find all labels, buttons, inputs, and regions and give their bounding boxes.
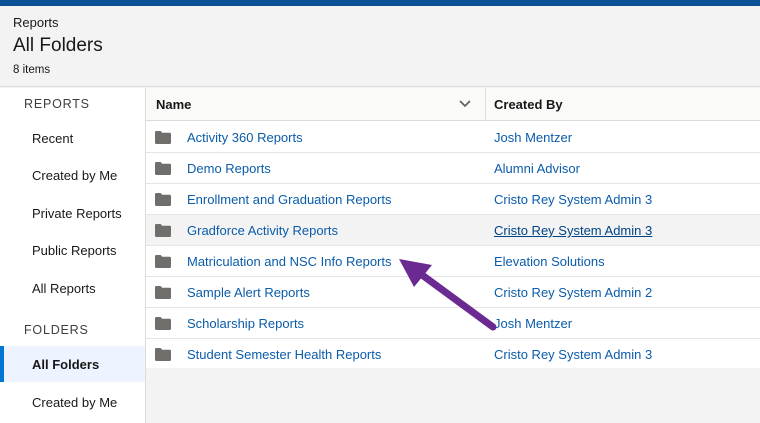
- folders-table: Name Created By Activity 360 Reports Jos…: [146, 88, 760, 370]
- folder-name-link[interactable]: Demo Reports: [187, 153, 271, 184]
- folder-icon: [155, 348, 171, 361]
- created-by-link[interactable]: Cristo Rey System Admin 3: [494, 339, 652, 370]
- folder-icon: [155, 255, 171, 268]
- sidebar: REPORTS Recent Created by Me Private Rep…: [0, 88, 146, 423]
- sidebar-item-public-reports[interactable]: Public Reports: [0, 232, 145, 268]
- sidebar-item-folders-created-by-me[interactable]: Created by Me: [0, 384, 145, 420]
- created-by-link[interactable]: Alumni Advisor: [494, 153, 580, 184]
- folder-icon: [155, 224, 171, 237]
- sidebar-item-created-by-me[interactable]: Created by Me: [0, 157, 145, 193]
- created-by-link[interactable]: Elevation Solutions: [494, 246, 605, 277]
- sidebar-section-folders: FOLDERS: [24, 323, 89, 337]
- folder-name-link[interactable]: Sample Alert Reports: [187, 277, 310, 308]
- table-header: Name Created By: [146, 88, 760, 121]
- folder-name-link[interactable]: Matriculation and NSC Info Reports: [187, 246, 391, 277]
- folder-name-link[interactable]: Gradforce Activity Reports: [187, 215, 338, 246]
- created-by-link[interactable]: Josh Mentzer: [494, 308, 572, 339]
- folder-name-link[interactable]: Activity 360 Reports: [187, 122, 303, 153]
- folder-icon: [155, 286, 171, 299]
- sidebar-item-private-reports[interactable]: Private Reports: [0, 195, 145, 231]
- table-row: Student Semester Health Reports Cristo R…: [146, 339, 760, 370]
- folder-icon: [155, 317, 171, 330]
- folder-name-link[interactable]: Scholarship Reports: [187, 308, 304, 339]
- page-header: Reports All Folders 8 items: [0, 6, 760, 87]
- sidebar-section-reports: REPORTS: [24, 97, 90, 111]
- column-header-created-by[interactable]: Created By: [486, 88, 760, 121]
- created-by-link[interactable]: Cristo Rey System Admin 3: [494, 184, 652, 215]
- item-count: 8 items: [13, 64, 51, 76]
- sidebar-item-all-folders[interactable]: All Folders: [0, 346, 145, 382]
- column-header-name[interactable]: Name: [146, 88, 486, 121]
- table-row: Activity 360 Reports Josh Mentzer: [146, 122, 760, 153]
- folder-icon: [155, 193, 171, 206]
- created-by-link[interactable]: Cristo Rey System Admin 2: [494, 277, 652, 308]
- table-row: Gradforce Activity Reports Cristo Rey Sy…: [146, 215, 760, 246]
- sidebar-item-recent[interactable]: Recent: [0, 120, 145, 156]
- sidebar-item-all-reports[interactable]: All Reports: [0, 270, 145, 306]
- folder-icon: [155, 162, 171, 175]
- folder-name-link[interactable]: Student Semester Health Reports: [187, 339, 381, 370]
- created-by-link[interactable]: Cristo Rey System Admin 3: [494, 215, 652, 246]
- table-row: Matriculation and NSC Info Reports Eleva…: [146, 246, 760, 277]
- folder-icon: [155, 131, 171, 144]
- folder-name-link[interactable]: Enrollment and Graduation Reports: [187, 184, 392, 215]
- table-row: Scholarship Reports Josh Mentzer: [146, 308, 760, 339]
- created-by-link[interactable]: Josh Mentzer: [494, 122, 572, 153]
- page-title: All Folders: [13, 35, 103, 56]
- table-row: Sample Alert Reports Cristo Rey System A…: [146, 277, 760, 308]
- table-row: Enrollment and Graduation Reports Cristo…: [146, 184, 760, 215]
- column-header-name-label: Name: [156, 97, 192, 112]
- chevron-down-icon[interactable]: [459, 100, 471, 108]
- breadcrumb[interactable]: Reports: [13, 15, 59, 30]
- table-row: Demo Reports Alumni Advisor: [146, 153, 760, 184]
- empty-table-area: [146, 368, 760, 423]
